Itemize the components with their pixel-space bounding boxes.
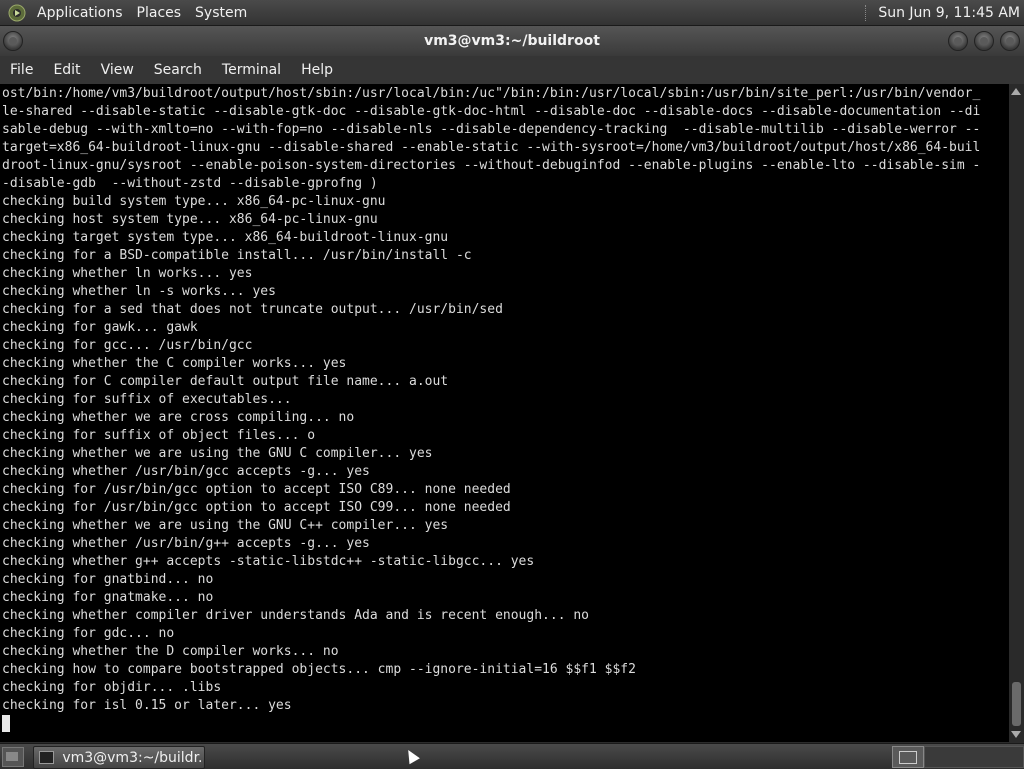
places-menu[interactable]: Places — [130, 5, 189, 21]
show-desktop-icon[interactable] — [2, 747, 24, 767]
scrollbar[interactable] — [1009, 84, 1024, 742]
menu-help[interactable]: Help — [291, 62, 343, 78]
scroll-up-arrow-icon[interactable] — [1011, 88, 1021, 95]
terminal-line: checking for gnatbind... no — [2, 572, 214, 587]
terminal-line: droot-linux-gnu/sysroot --enable-poison-… — [2, 158, 981, 173]
text-cursor — [2, 715, 10, 732]
terminal-line: checking for objdir... .libs — [2, 680, 222, 695]
terminal-line: checking for gdc... no — [2, 626, 175, 641]
terminal-line: checking whether the C compiler works...… — [2, 356, 347, 371]
terminal-line: checking whether we are using the GNU C+… — [2, 518, 449, 533]
terminal-line: checking build system type... x86_64-pc-… — [2, 194, 386, 209]
terminal-line: checking for a sed that does not truncat… — [2, 302, 503, 317]
system-menu[interactable]: System — [188, 5, 254, 21]
terminal-line: checking whether g++ accepts -static-lib… — [2, 554, 535, 569]
workspace-1[interactable] — [892, 746, 924, 768]
terminal-prompt-line[interactable] — [2, 715, 1009, 733]
window-title: vm3@vm3:~/buildroot — [424, 33, 600, 49]
window-menu-icon[interactable] — [3, 31, 23, 51]
applications-menu[interactable]: Applications — [30, 5, 130, 21]
terminal-line: ost/bin:/home/vm3/buildroot/output/host/… — [2, 86, 981, 101]
terminal-line: checking for suffix of object files... o — [2, 428, 316, 443]
terminal-line: checking for a BSD-compatible install...… — [2, 248, 472, 263]
taskbar-window-button[interactable]: vm3@vm3:~/buildr... — [33, 746, 205, 769]
top-panel: Applications Places System Sun Jun 9, 11… — [0, 0, 1024, 26]
terminal-line: checking for C compiler default output f… — [2, 374, 449, 389]
terminal-line: checking target system type... x86_64-bu… — [2, 230, 449, 245]
panel-separator — [865, 4, 870, 21]
terminal-line: checking for gcc... /usr/bin/gcc — [2, 338, 253, 353]
menu-terminal[interactable]: Terminal — [212, 62, 291, 78]
menu-search[interactable]: Search — [144, 62, 212, 78]
terminal-icon — [39, 751, 55, 764]
workspace-2[interactable] — [924, 746, 1024, 768]
terminal-line: checking whether /usr/bin/g++ accepts -g… — [2, 536, 370, 551]
menu-file[interactable]: File — [0, 62, 43, 78]
terminal-line: checking for /usr/bin/gcc option to acce… — [2, 482, 511, 497]
scroll-thumb[interactable] — [1012, 682, 1021, 726]
terminal-line: target=x86_64-buildroot-linux-gnu --disa… — [2, 140, 981, 155]
terminal-line: checking whether ln works... yes — [2, 266, 253, 281]
close-button[interactable] — [1000, 31, 1020, 51]
window-title-bar[interactable]: vm3@vm3:~/buildroot — [0, 26, 1024, 56]
clock-area: Sun Jun 9, 11:45 AM — [865, 0, 1024, 25]
terminal-line: checking whether ln -s works... yes — [2, 284, 276, 299]
bottom-panel: vm3@vm3:~/buildr... — [0, 743, 1024, 769]
terminal-line: checking for gawk... gawk — [2, 320, 198, 335]
menu-view[interactable]: View — [91, 62, 144, 78]
scroll-down-arrow-icon[interactable] — [1011, 731, 1021, 738]
panel-menu: Applications Places System — [0, 0, 254, 25]
minimize-button[interactable] — [948, 31, 968, 51]
terminal-lines: ost/bin:/home/vm3/buildroot/output/host/… — [0, 84, 1009, 733]
terminal-line: checking whether we are cross compiling.… — [2, 410, 355, 425]
terminal-line: checking for isl 0.15 or later... yes — [2, 698, 292, 713]
clock[interactable]: Sun Jun 9, 11:45 AM — [878, 5, 1024, 21]
terminal-line: checking for suffix of executables... — [2, 392, 292, 407]
terminal-output[interactable]: ost/bin:/home/vm3/buildroot/output/host/… — [0, 84, 1009, 742]
menu-edit[interactable]: Edit — [43, 62, 90, 78]
terminal-line: checking whether the D compiler works...… — [2, 644, 339, 659]
terminal-line: checking whether /usr/bin/gcc accepts -g… — [2, 464, 370, 479]
terminal-line: checking for /usr/bin/gcc option to acce… — [2, 500, 511, 515]
terminal-line: sable-debug --with-xmlto=no --with-fop=n… — [2, 122, 981, 137]
maximize-button[interactable] — [974, 31, 994, 51]
terminal-line: -disable-gdb --without-zstd --disable-gp… — [2, 176, 378, 191]
taskbar-window-label: vm3@vm3:~/buildr... — [62, 749, 204, 766]
applications-logo-icon[interactable] — [8, 4, 26, 22]
menu-bar: File Edit View Search Terminal Help — [0, 56, 1024, 84]
terminal-line: le-shared --disable-static --disable-gtk… — [2, 104, 981, 119]
terminal-line: checking for gnatmake... no — [2, 590, 214, 605]
terminal-line: checking how to compare bootstrapped obj… — [2, 662, 636, 677]
terminal-line: checking host system type... x86_64-pc-l… — [2, 212, 378, 227]
terminal-line: checking whether compiler driver underst… — [2, 608, 589, 623]
terminal-line: checking whether we are using the GNU C … — [2, 446, 433, 461]
